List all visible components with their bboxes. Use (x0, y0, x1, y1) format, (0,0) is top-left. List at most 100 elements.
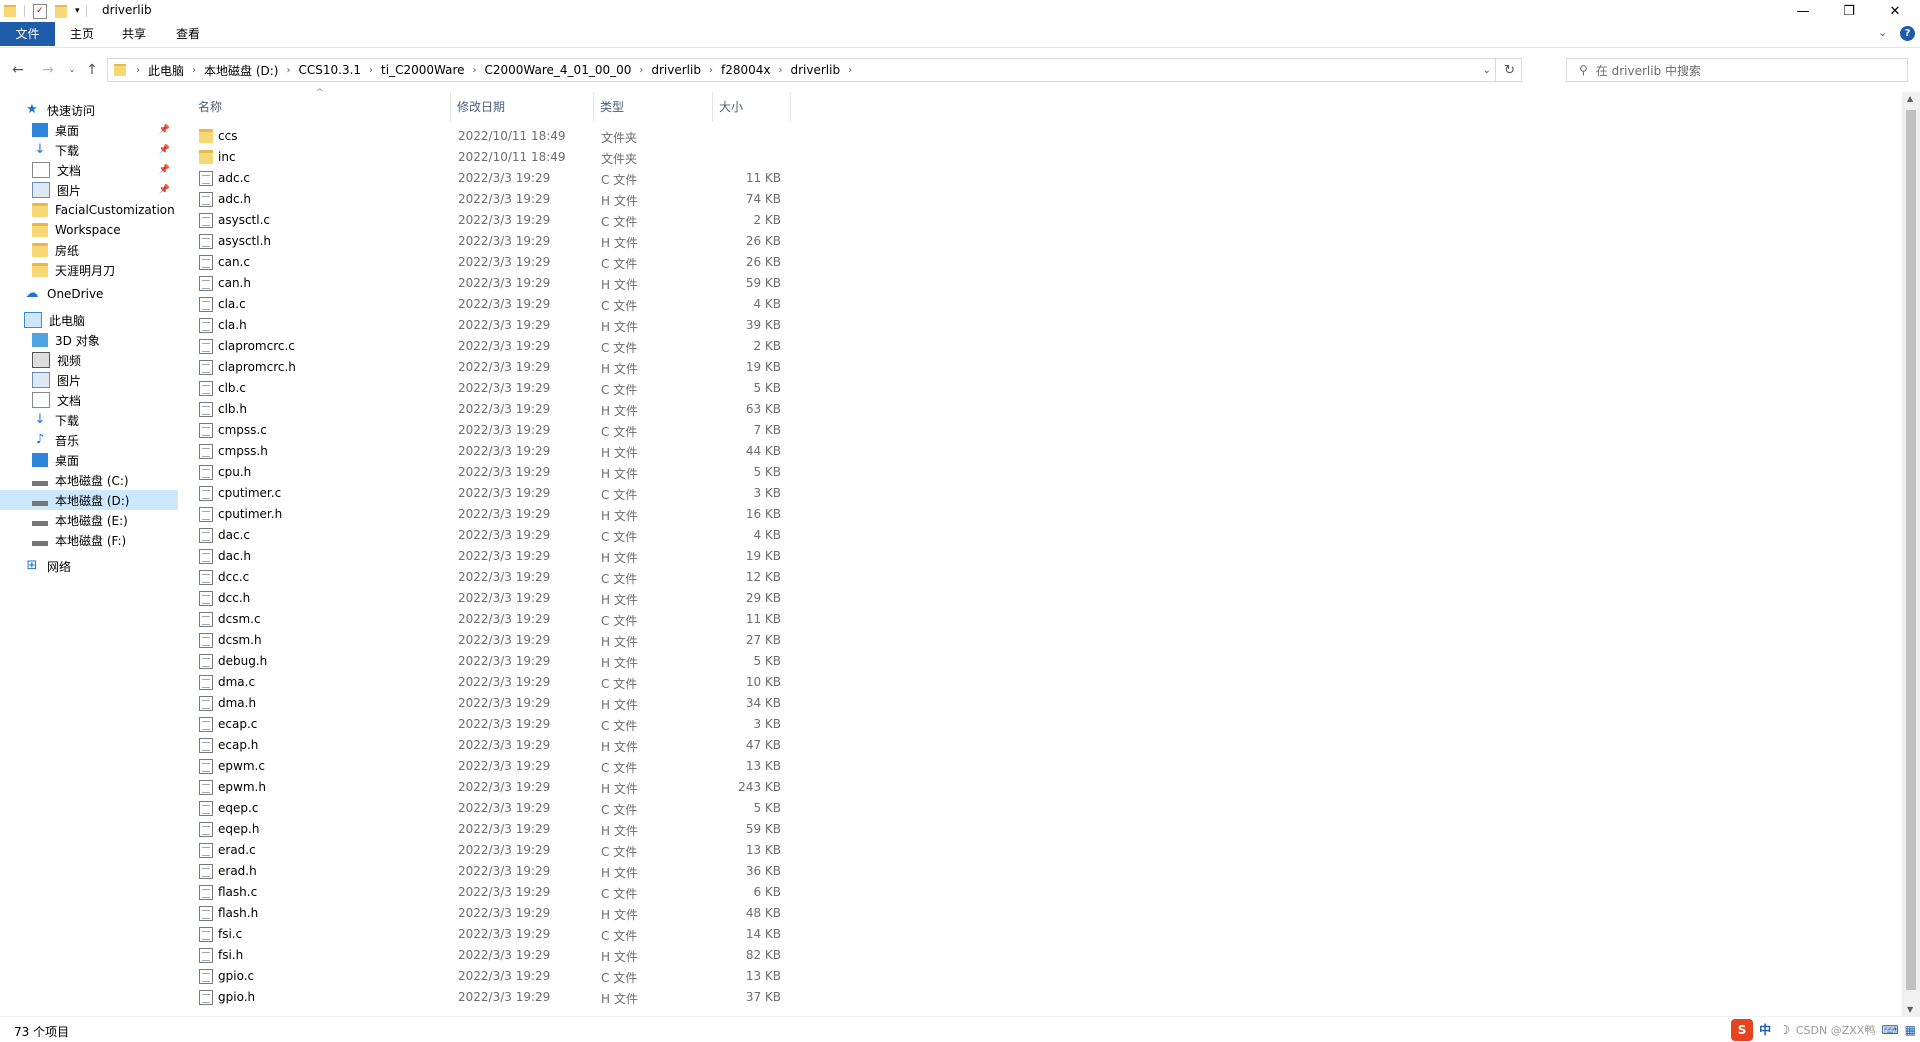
nav-item[interactable]: 视频 (0, 350, 178, 370)
minimize-button[interactable]: — (1780, 0, 1826, 22)
nav-item[interactable]: 本地磁盘 (F:) (0, 530, 178, 550)
breadcrumb-item[interactable]: C2000Ware_4_01_00_00 (481, 63, 636, 77)
breadcrumb-item[interactable]: f28004x (717, 63, 775, 77)
tab-share[interactable]: 共享 (110, 22, 158, 46)
file-row[interactable]: cla.h 2022/3/3 19:29 H 文件 39 KB (192, 315, 892, 336)
address-dropdown-icon[interactable]: ⌄ (1483, 65, 1491, 76)
chevron-right-icon[interactable]: › (132, 65, 144, 76)
file-row[interactable]: clapromcrc.c 2022/3/3 19:29 C 文件 2 KB (192, 336, 892, 357)
file-row[interactable]: dcc.h 2022/3/3 19:29 H 文件 29 KB (192, 588, 892, 609)
file-row[interactable]: cmpss.c 2022/3/3 19:29 C 文件 7 KB (192, 420, 892, 441)
maximize-button[interactable]: ❐ (1826, 0, 1872, 22)
file-row[interactable]: flash.h 2022/3/3 19:29 H 文件 48 KB (192, 903, 892, 924)
nav-item[interactable]: 文档 📌 (0, 160, 178, 180)
breadcrumb-item[interactable]: CCS10.3.1 (294, 63, 365, 77)
chevron-right-icon[interactable]: › (774, 65, 786, 76)
nav-item[interactable]: 3D 对象 (0, 330, 178, 350)
file-row[interactable]: ccs 2022/10/11 18:49 文件夹 (192, 126, 892, 147)
chevron-down-icon[interactable]: ▾ (75, 6, 80, 16)
file-row[interactable]: clapromcrc.h 2022/3/3 19:29 H 文件 19 KB (192, 357, 892, 378)
pin-icon[interactable]: 📌 (159, 165, 170, 175)
pin-icon[interactable]: 📌 (159, 185, 170, 195)
file-row[interactable]: dcc.c 2022/3/3 19:29 C 文件 12 KB (192, 567, 892, 588)
nav-item[interactable]: 文档 (0, 390, 178, 410)
column-header-name[interactable]: 名称 (192, 92, 451, 122)
search-input[interactable]: ⚲ 在 driverlib 中搜索 (1566, 58, 1908, 82)
breadcrumb-item[interactable]: 此电脑 (144, 62, 188, 79)
back-icon[interactable]: ← (6, 48, 30, 92)
file-row[interactable]: gpio.h 2022/3/3 19:29 H 文件 37 KB (192, 987, 892, 1008)
file-row[interactable]: asysctl.h 2022/3/3 19:29 H 文件 26 KB (192, 231, 892, 252)
nav-item[interactable]: 桌面 (0, 450, 178, 470)
nav-item[interactable]: 房纸 (0, 240, 178, 260)
moon-icon[interactable]: ☽ (1779, 1023, 1790, 1037)
scroll-up-icon[interactable]: ▲ (1907, 94, 1913, 103)
file-row[interactable]: flash.c 2022/3/3 19:29 C 文件 6 KB (192, 882, 892, 903)
file-row[interactable]: ecap.c 2022/3/3 19:29 C 文件 3 KB (192, 714, 892, 735)
file-row[interactable]: epwm.h 2022/3/3 19:29 H 文件 243 KB (192, 777, 892, 798)
file-row[interactable]: asysctl.c 2022/3/3 19:29 C 文件 2 KB (192, 210, 892, 231)
file-row[interactable]: fsi.h 2022/3/3 19:29 H 文件 82 KB (192, 945, 892, 966)
file-row[interactable]: dma.c 2022/3/3 19:29 C 文件 10 KB (192, 672, 892, 693)
vertical-scrollbar[interactable]: ▲ ▼ (1902, 92, 1920, 1016)
file-row[interactable]: cla.c 2022/3/3 19:29 C 文件 4 KB (192, 294, 892, 315)
file-row[interactable]: erad.c 2022/3/3 19:29 C 文件 13 KB (192, 840, 892, 861)
chevron-right-icon[interactable]: › (365, 65, 377, 76)
nav-item[interactable]: ★ 快速访问 (0, 100, 178, 120)
file-row[interactable]: cmpss.h 2022/3/3 19:29 H 文件 44 KB (192, 441, 892, 462)
nav-item[interactable]: 本地磁盘 (C:) (0, 470, 178, 490)
keyboard-icon[interactable]: ⌨ (1881, 1023, 1898, 1037)
file-row[interactable]: gpio.c 2022/3/3 19:29 C 文件 13 KB (192, 966, 892, 987)
up-icon[interactable]: ↑ (80, 48, 104, 92)
nav-item[interactable]: ☁ OneDrive (0, 284, 178, 304)
file-row[interactable]: erad.h 2022/3/3 19:29 H 文件 36 KB (192, 861, 892, 882)
nav-item[interactable]: 桌面 📌 (0, 120, 178, 140)
nav-item[interactable]: FacialCustomization (0, 200, 178, 220)
file-row[interactable]: cputimer.c 2022/3/3 19:29 C 文件 3 KB (192, 483, 892, 504)
chevron-right-icon[interactable]: › (188, 65, 200, 76)
file-row[interactable]: debug.h 2022/3/3 19:29 H 文件 5 KB (192, 651, 892, 672)
file-row[interactable]: dac.h 2022/3/3 19:29 H 文件 19 KB (192, 546, 892, 567)
file-row[interactable]: dcsm.h 2022/3/3 19:29 H 文件 27 KB (192, 630, 892, 651)
nav-item[interactable]: 天涯明月刀 (0, 260, 178, 280)
nav-item[interactable]: 图片 📌 (0, 180, 178, 200)
nav-item[interactable]: 图片 (0, 370, 178, 390)
nav-item[interactable]: ⊞ 网络 (0, 556, 178, 576)
file-row[interactable]: eqep.h 2022/3/3 19:29 H 文件 59 KB (192, 819, 892, 840)
file-row[interactable]: epwm.c 2022/3/3 19:29 C 文件 13 KB (192, 756, 892, 777)
breadcrumb-item[interactable]: ti_C2000Ware (377, 63, 468, 77)
chevron-right-icon[interactable]: › (844, 65, 856, 76)
file-row[interactable]: fsi.c 2022/3/3 19:29 C 文件 14 KB (192, 924, 892, 945)
help-icon[interactable]: ? (1900, 26, 1915, 41)
scrollbar-thumb[interactable] (1906, 110, 1916, 990)
breadcrumb-item[interactable]: driverlib (647, 63, 705, 77)
breadcrumb-item[interactable]: 本地磁盘 (D:) (200, 62, 282, 79)
pin-icon[interactable]: 📌 (159, 125, 170, 135)
file-row[interactable]: dma.h 2022/3/3 19:29 H 文件 34 KB (192, 693, 892, 714)
sogou-icon[interactable]: S (1731, 1018, 1754, 1041)
file-row[interactable]: eqep.c 2022/3/3 19:29 C 文件 5 KB (192, 798, 892, 819)
breadcrumb-item[interactable]: driverlib (786, 63, 844, 77)
tab-home[interactable]: 主页 (58, 22, 106, 46)
file-row[interactable]: clb.c 2022/3/3 19:29 C 文件 5 KB (192, 378, 892, 399)
file-row[interactable]: dac.c 2022/3/3 19:29 C 文件 4 KB (192, 525, 892, 546)
file-row[interactable]: adc.c 2022/3/3 19:29 C 文件 11 KB (192, 168, 892, 189)
nav-item[interactable]: 此电脑 (0, 310, 178, 330)
chevron-right-icon[interactable]: › (705, 65, 717, 76)
file-row[interactable]: clb.h 2022/3/3 19:29 H 文件 63 KB (192, 399, 892, 420)
file-row[interactable]: ecap.h 2022/3/3 19:29 H 文件 47 KB (192, 735, 892, 756)
file-row[interactable]: inc 2022/10/11 18:49 文件夹 (192, 147, 892, 168)
scroll-down-icon[interactable]: ▼ (1907, 1005, 1913, 1014)
file-row[interactable]: can.h 2022/3/3 19:29 H 文件 59 KB (192, 273, 892, 294)
nav-item[interactable]: ♪ 音乐 (0, 430, 178, 450)
tab-view[interactable]: 查看 (164, 22, 212, 46)
nav-item[interactable]: 本地磁盘 (E:) (0, 510, 178, 530)
file-row[interactable]: adc.h 2022/3/3 19:29 H 文件 74 KB (192, 189, 892, 210)
address-bar[interactable]: › 此电脑 › 本地磁盘 (D:) › CCS10.3.1 › ti_C2000… (107, 58, 1522, 82)
nav-item[interactable]: ↓ 下载 (0, 410, 178, 430)
nav-item[interactable]: Workspace (0, 220, 178, 240)
ime-mode[interactable]: 中 (1759, 1021, 1771, 1038)
file-row[interactable]: cputimer.h 2022/3/3 19:29 H 文件 16 KB (192, 504, 892, 525)
refresh-icon[interactable]: ↻ (1504, 63, 1515, 78)
close-button[interactable]: ✕ (1872, 0, 1918, 22)
